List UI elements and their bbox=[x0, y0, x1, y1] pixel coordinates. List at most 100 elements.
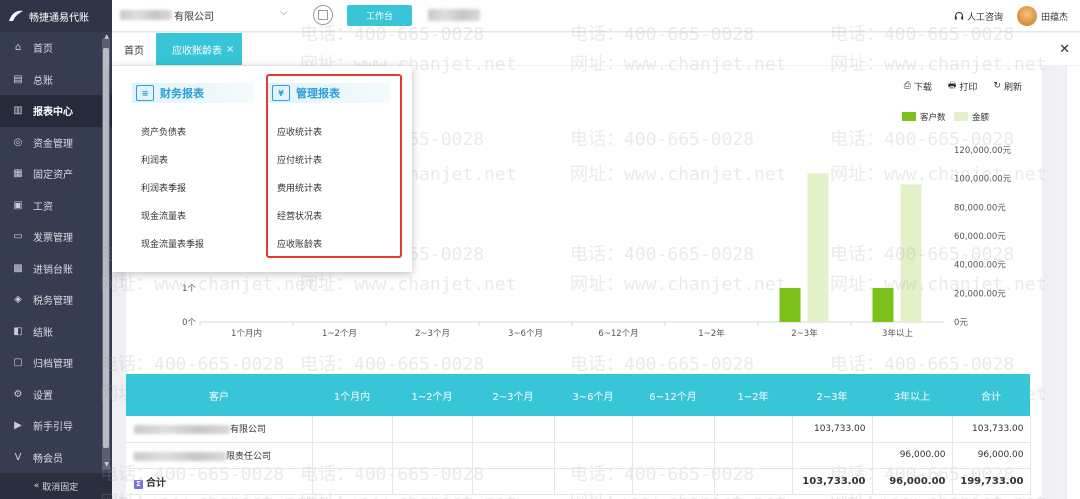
bar-amount bbox=[900, 184, 922, 322]
unfix-sidebar-button[interactable]: « 取消固定 bbox=[0, 473, 112, 499]
x-tick-label: 1~2个月 bbox=[322, 329, 357, 339]
table-cell: 103,733.00 bbox=[792, 416, 873, 443]
company-name-redacted bbox=[120, 10, 172, 20]
x-tick-label: 3~6个月 bbox=[508, 329, 543, 339]
asset-icon: ▦ bbox=[13, 168, 23, 180]
sidebar-item-label: 税务管理 bbox=[33, 296, 73, 308]
sidebar-item-13[interactable]: V 畅会员 bbox=[0, 442, 112, 474]
table-cell bbox=[632, 442, 715, 469]
customer-name-redacted bbox=[134, 425, 230, 435]
company-selector[interactable]: 有限公司 bbox=[112, 4, 302, 26]
y-left-tick-label: 1个 bbox=[182, 284, 196, 294]
column-header[interactable]: 合计 bbox=[952, 374, 1030, 416]
print-button[interactable]: 🖶 打印 bbox=[948, 78, 978, 94]
sidebar-item-9[interactable]: ◧ 结账 bbox=[0, 316, 112, 348]
sidebar: ⌂ 首页 ▤ 总账 ▥ 报表中心 ◎ 资金管理 ▦ 固定资产 ▣ 工资 ▭ 发票管理 ▩ 进销台账 ◈ 税务管理 ◧… bbox=[0, 32, 112, 499]
finance-report-item[interactable]: 利润表季报 bbox=[141, 181, 186, 194]
total-cell: 96,000.00 bbox=[872, 468, 953, 495]
invoice-icon: ▭ bbox=[13, 231, 23, 243]
sidebar-item-8[interactable]: ◈ 税务管理 bbox=[0, 284, 112, 316]
sidebar-item-7[interactable]: ▩ 进销台账 bbox=[0, 253, 112, 285]
customer-cell: 限责任公司 bbox=[126, 442, 313, 469]
sidebar-scrollbar[interactable] bbox=[102, 38, 110, 470]
sidebar-item-1[interactable]: ▤ 总账 bbox=[0, 64, 112, 96]
print-label: 打印 bbox=[959, 82, 978, 93]
home-icon: ⌂ bbox=[14, 42, 22, 54]
finance-report-item[interactable]: 资产负债表 bbox=[141, 125, 186, 138]
column-header[interactable]: 2~3年 bbox=[792, 374, 872, 416]
download-button[interactable]: ⎙ 下载 bbox=[904, 78, 932, 94]
account-book-icon[interactable] bbox=[313, 5, 333, 25]
sidebar-item-label: 资金管理 bbox=[33, 138, 73, 150]
scroll-up-icon[interactable]: ▲ bbox=[104, 33, 109, 40]
x-tick-label: 2~3个月 bbox=[415, 329, 450, 339]
page-close-icon[interactable]: ✕ bbox=[1059, 42, 1070, 57]
bar-customer-count bbox=[779, 288, 801, 322]
total-cell bbox=[632, 468, 715, 495]
sidebar-item-4[interactable]: ▦ 固定资产 bbox=[0, 158, 112, 190]
sidebar-item-10[interactable]: ▢ 归档管理 bbox=[0, 347, 112, 379]
user-name: 田蕴杰 bbox=[1040, 12, 1068, 23]
manual-service-link[interactable]: 人工咨询 bbox=[954, 10, 1003, 23]
workbench-button[interactable]: 工作台 bbox=[347, 5, 412, 26]
customer-name-redacted bbox=[134, 451, 226, 461]
table-cell bbox=[312, 416, 393, 443]
sidebar-item-3[interactable]: ◎ 资金管理 bbox=[0, 127, 112, 159]
column-header[interactable]: 3~6个月 bbox=[554, 374, 632, 416]
sum-icon: Σ bbox=[134, 479, 143, 489]
chevron-down-icon[interactable]: ⌵ bbox=[280, 7, 288, 18]
y-right-tick-label: 120,000.00元 bbox=[954, 146, 1012, 156]
vip-icon: V bbox=[14, 451, 22, 463]
page-scrollbar[interactable] bbox=[1066, 66, 1080, 499]
sidebar-item-label: 发票管理 bbox=[33, 233, 73, 245]
y-right-tick-label: 40,000.00元 bbox=[954, 261, 1006, 271]
brand-logo[interactable]: 畅捷通易代账 bbox=[0, 0, 112, 32]
column-header[interactable]: 1~2个月 bbox=[392, 374, 472, 416]
finance-report-item[interactable]: 现金流量表 bbox=[141, 209, 186, 222]
sidebar-item-label: 总账 bbox=[33, 75, 53, 87]
total-cell bbox=[392, 468, 473, 495]
finance-report-item[interactable]: 利润表 bbox=[141, 153, 168, 166]
total-label: 合计 bbox=[146, 477, 166, 489]
legend-label: 金额 bbox=[972, 112, 990, 123]
column-header[interactable]: 1~2年 bbox=[714, 374, 792, 416]
sidebar-item-2[interactable]: ▥ 报表中心 bbox=[0, 95, 112, 127]
table-cell bbox=[554, 416, 633, 443]
tab-label: 首页 bbox=[124, 45, 144, 57]
finance-report-item[interactable]: 现金流量表季报 bbox=[141, 237, 204, 250]
tab-receivable-aging[interactable]: 应收账龄表 × bbox=[156, 33, 243, 65]
avatar bbox=[1016, 6, 1037, 26]
column-header[interactable]: 6~12个月 bbox=[632, 374, 714, 416]
user-menu[interactable]: 田蕴杰 bbox=[1016, 6, 1068, 26]
bar-customer-count bbox=[872, 288, 894, 322]
column-header[interactable]: 2~3个月 bbox=[472, 374, 554, 416]
sidebar-item-6[interactable]: ▭ 发票管理 bbox=[0, 221, 112, 253]
table-row[interactable]: 限责任公司 96,000.00 96,000.00 bbox=[126, 442, 1031, 469]
inventory-icon: ▩ bbox=[13, 262, 23, 274]
table-row[interactable]: 有限公司 103,733.00 103,733.00 bbox=[126, 416, 1031, 443]
sidebar-item-5[interactable]: ▣ 工资 bbox=[0, 190, 112, 222]
sidebar-item-label: 固定资产 bbox=[33, 170, 73, 182]
sidebar-item-0[interactable]: ⌂ 首页 bbox=[0, 32, 112, 64]
finance-report-header: ≡ 财务报表 bbox=[132, 83, 254, 103]
sidebar-item-11[interactable]: ⚙ 设置 bbox=[0, 379, 112, 411]
sidebar-item-12[interactable]: ▶ 新手引导 bbox=[0, 410, 112, 442]
tab-home[interactable]: 首页 bbox=[112, 33, 156, 65]
customer-name-suffix: 限责任公司 bbox=[226, 451, 272, 462]
scroll-down-icon[interactable]: ▼ bbox=[104, 461, 109, 468]
company-name-suffix: 有限公司 bbox=[174, 11, 214, 23]
total-cell: 103,733.00 bbox=[792, 468, 873, 495]
sidebar-item-label: 新手引导 bbox=[33, 422, 73, 434]
sidebar-item-label: 工资 bbox=[33, 201, 53, 213]
column-header[interactable]: 3年以上 bbox=[872, 374, 952, 416]
column-header[interactable]: 1个月内 bbox=[312, 374, 392, 416]
sidebar-item-label: 归档管理 bbox=[33, 359, 73, 371]
refresh-button[interactable]: ↻ 刷新 bbox=[993, 78, 1022, 94]
gear-icon: ⚙ bbox=[13, 388, 23, 400]
printer-icon: 🖶 bbox=[947, 81, 957, 91]
column-header[interactable]: 客户 bbox=[126, 374, 312, 416]
tab-label: 应收账龄表 bbox=[172, 45, 222, 57]
close-icon[interactable]: × bbox=[226, 44, 234, 55]
y-right-tick-label: 80,000.00元 bbox=[954, 203, 1006, 213]
sidebar-item-label: 报表中心 bbox=[33, 107, 73, 119]
